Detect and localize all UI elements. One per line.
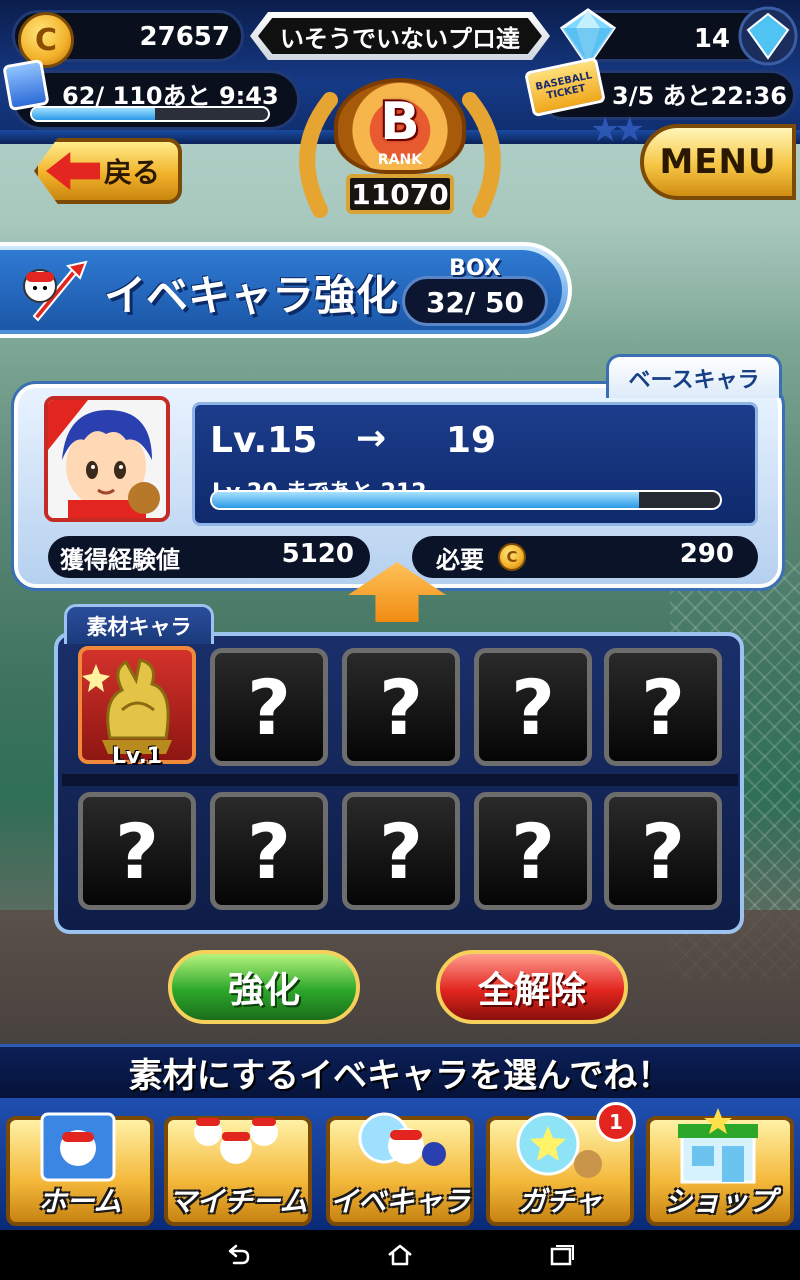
instruction-text: 素材にするイベキャラを選んでね！: [0, 1044, 800, 1098]
required-cost-label: 必要: [436, 546, 484, 574]
home-book-icon: [40, 1112, 116, 1182]
gacha-capsule-icon: [516, 1112, 602, 1178]
material-slot-7[interactable]: ?: [210, 792, 328, 910]
rank-letter: B: [380, 92, 420, 152]
coin-icon: C: [18, 12, 74, 68]
system-home-icon[interactable]: [386, 1243, 414, 1267]
diamond-shop-icon[interactable]: [738, 6, 798, 66]
material-slot-8[interactable]: ?: [342, 792, 460, 910]
page-title: イベキャラ強化: [104, 271, 399, 320]
material-slot-1-level: Lv.1: [111, 744, 163, 769]
material-slot-3[interactable]: ?: [342, 648, 460, 766]
gained-exp-label: 獲得経験値: [60, 546, 180, 574]
nav-gacha-label: ガチャ: [518, 1185, 602, 1218]
material-slot-2[interactable]: ?: [210, 648, 328, 766]
system-recent-apps-icon[interactable]: [548, 1243, 576, 1267]
nav-shop-label: ショップ: [663, 1185, 776, 1218]
stamina-bar: [30, 106, 270, 122]
nav-team-label: マイチーム: [168, 1185, 308, 1218]
level-arrow-icon: →: [356, 418, 387, 459]
exp-progress-fill: [212, 492, 639, 508]
player-title-banner: いそうでいないプロ達: [250, 12, 550, 60]
nav-event-chara-label: イベキャラ: [329, 1185, 470, 1218]
current-level: Lv.15: [210, 420, 318, 461]
player-portrait-icon: [48, 400, 166, 518]
material-slot-9[interactable]: ?: [474, 792, 592, 910]
projected-level: 19: [446, 420, 497, 461]
material-slot-10[interactable]: ?: [604, 792, 722, 910]
base-chara-tag: ベースキャラ: [606, 354, 782, 398]
base-chara-avatar[interactable]: [44, 396, 170, 522]
material-slot-5[interactable]: ?: [604, 648, 722, 766]
coin-icon-small: C: [498, 543, 526, 571]
material-chara-tag: 素材キャラ: [64, 604, 214, 644]
nav-home-label: ホーム: [38, 1185, 122, 1218]
material-slot-6[interactable]: ?: [78, 792, 196, 910]
clear-all-button[interactable]: 全解除: [436, 950, 628, 1024]
star-decoration-icon: ★★: [590, 110, 645, 150]
shop-store-icon: [678, 1108, 758, 1184]
gained-exp-value: 5120: [281, 539, 354, 569]
stamina-book-icon: [2, 58, 50, 112]
rank-word: RANK: [377, 152, 423, 168]
back-button-label: 戻る: [103, 156, 160, 189]
mascot-up-arrow-icon: [23, 260, 88, 322]
material-row-divider: [62, 774, 738, 786]
system-back-icon[interactable]: [224, 1243, 252, 1267]
box-value: 32/ 50: [426, 286, 524, 319]
stamina-bar-fill: [32, 108, 155, 120]
player-title-text: いそうでいないプロ達: [258, 18, 542, 54]
gem-value: 14: [693, 24, 730, 54]
event-chara-icon: [358, 1112, 446, 1166]
gacha-notification-badge: 1: [596, 1102, 636, 1142]
rank-emblem[interactable]: B RANK 11070: [290, 70, 510, 220]
rank-score: 11070: [346, 174, 454, 214]
material-slot-4[interactable]: ?: [474, 648, 592, 766]
box-label: BOX: [449, 256, 501, 281]
required-cost-value: 290: [679, 539, 734, 569]
exp-progress-bar: [210, 490, 722, 510]
ticket-text: 3/5 あと22:36: [612, 82, 787, 110]
enhance-button[interactable]: 強化: [168, 950, 360, 1024]
menu-button[interactable]: MENU: [640, 124, 796, 200]
team-players-icon: [194, 1118, 278, 1164]
coin-value: 27657: [139, 22, 230, 52]
